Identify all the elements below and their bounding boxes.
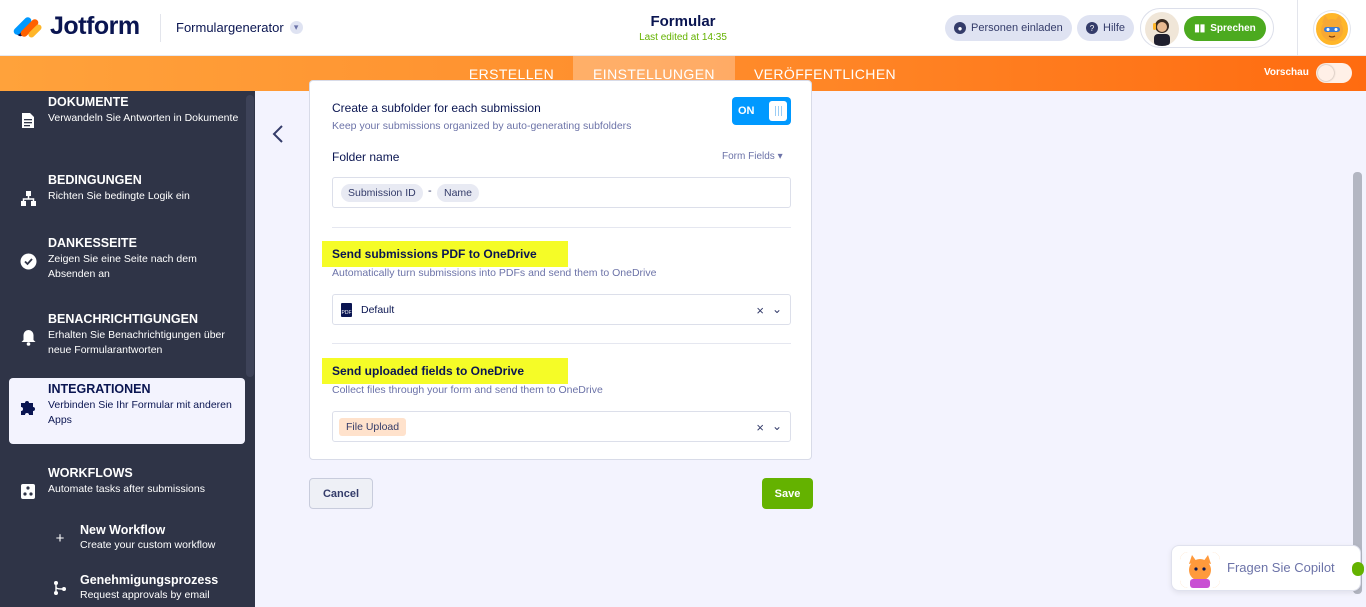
sidebar-item-title: DOKUMENTE bbox=[48, 95, 129, 109]
subfolder-toggle[interactable]: ON bbox=[732, 97, 791, 125]
toggle-knob bbox=[769, 101, 787, 121]
clear-icon[interactable]: × bbox=[756, 303, 764, 318]
chevron-down-icon[interactable]: ⌄ bbox=[772, 302, 782, 316]
folder-name-label: Folder name bbox=[332, 150, 400, 164]
bell-icon bbox=[19, 328, 37, 346]
onedrive-settings-card: Create a subfolder for each submission K… bbox=[309, 80, 812, 460]
folder-chip-separator: - bbox=[428, 185, 432, 197]
upload-fields-select[interactable]: File Upload × ⌄ bbox=[332, 411, 791, 442]
workflow-icon bbox=[19, 482, 37, 500]
sidebar-item-title: INTEGRATIONEN bbox=[48, 382, 151, 396]
preview-toggle[interactable] bbox=[1316, 63, 1352, 83]
cancel-button[interactable]: Cancel bbox=[309, 478, 373, 509]
pdf-file-icon: PDF bbox=[341, 303, 352, 317]
user-avatar[interactable] bbox=[1314, 11, 1350, 47]
copilot-label: Fragen Sie Copilot bbox=[1227, 560, 1335, 575]
pdf-title-highlight: Send submissions PDF to OneDrive bbox=[322, 241, 568, 267]
form-title: Formular bbox=[650, 13, 716, 30]
sidebar-item-approval-process[interactable]: Genehmigungsprozess Request approvals by… bbox=[52, 573, 242, 603]
pdf-template-select[interactable]: PDF Default × ⌄ bbox=[332, 294, 791, 325]
jotform-logo-icon bbox=[12, 13, 43, 41]
pdf-section-description: Automatically turn submissions into PDFs… bbox=[332, 267, 657, 279]
agent-avatar bbox=[1145, 12, 1179, 46]
sidebar-subitem-desc: Request approvals by email bbox=[80, 589, 210, 601]
invite-people-button[interactable]: ● Personen einladen bbox=[945, 15, 1072, 41]
sidebar-subitem-title: New Workflow bbox=[80, 523, 166, 537]
jotform-logo[interactable]: Jotform bbox=[12, 12, 140, 41]
header-divider-right bbox=[1297, 0, 1298, 56]
check-circle-icon bbox=[19, 252, 37, 270]
upload-title-highlight: Send uploaded fields to OneDrive bbox=[322, 358, 568, 384]
sidebar-item-new-workflow[interactable]: + New Workflow Create your custom workfl… bbox=[52, 523, 242, 553]
sidebar-item-title: BENACHRICHTIGUNGEN bbox=[48, 312, 198, 326]
section-divider bbox=[332, 227, 791, 228]
chevron-down-icon[interactable]: ⌄ bbox=[772, 419, 782, 433]
sidebar-item-integrations[interactable]: INTEGRATIONEN Verbinden Sie Ihr Formular… bbox=[9, 378, 245, 444]
sidebar-item-desc: Zeigen Sie eine Seite nach dem Absenden … bbox=[48, 253, 197, 280]
sound-wave-icon: ▮▮ bbox=[1194, 23, 1206, 34]
user-icon: ● bbox=[954, 22, 966, 34]
sidebar-item-title: BEDINGUNGEN bbox=[48, 173, 142, 187]
copilot-cat-icon bbox=[1180, 552, 1220, 588]
invite-people-label: Personen einladen bbox=[971, 22, 1063, 34]
sidebar-item-title: WORKFLOWS bbox=[48, 466, 133, 480]
sidebar-item-notifications[interactable]: BENACHRICHTIGUNGEN Erhalten Sie Benachri… bbox=[9, 308, 245, 374]
pdf-template-value: Default bbox=[361, 304, 395, 316]
copilot-status-dot bbox=[1352, 562, 1364, 576]
sidebar-item-conditions[interactable]: BEDINGUNGEN Richten Sie bedingte Logik e… bbox=[9, 169, 245, 235]
chevron-down-icon: ▾ bbox=[289, 21, 303, 34]
clear-icon[interactable]: × bbox=[756, 420, 764, 435]
folder-chip-name[interactable]: Name bbox=[437, 184, 480, 202]
sidebar-item-thank-you-page[interactable]: DANKESSEITE Zeigen Sie eine Seite nach d… bbox=[9, 232, 245, 298]
file-upload-chip[interactable]: File Upload bbox=[339, 418, 407, 436]
preview-label: Vorschau bbox=[1264, 67, 1309, 78]
document-icon bbox=[19, 111, 37, 129]
main-scrollbar[interactable] bbox=[1353, 172, 1362, 594]
brand-name: Jotform bbox=[50, 12, 140, 40]
form-fields-dropdown[interactable]: Form Fields ▾ bbox=[722, 151, 783, 162]
last-edited-label: Last edited at 14:35 bbox=[639, 32, 727, 43]
help-icon: ? bbox=[1086, 22, 1098, 34]
folder-name-input[interactable]: Submission ID - Name bbox=[332, 177, 791, 208]
sidebar-item-title: DANKESSEITE bbox=[48, 236, 137, 250]
upload-section-title: Send uploaded fields to OneDrive bbox=[332, 364, 525, 378]
section-divider bbox=[332, 343, 791, 344]
plus-icon: + bbox=[55, 529, 65, 547]
puzzle-icon bbox=[19, 398, 37, 416]
chevron-down-icon: ▾ bbox=[777, 151, 783, 162]
toggle-state-label: ON bbox=[738, 105, 755, 117]
folder-chip-submission-id[interactable]: Submission ID bbox=[341, 184, 423, 202]
speak-label: Sprechen bbox=[1210, 23, 1256, 34]
ai-agent-widget[interactable]: ▮▮ Sprechen bbox=[1140, 8, 1274, 48]
back-arrow-icon[interactable] bbox=[272, 124, 284, 150]
sidebar-item-desc: Automate tasks after submissions bbox=[48, 483, 205, 495]
top-bar: Jotform Formulargenerator ▾ Formular Las… bbox=[0, 0, 1366, 56]
pdf-section-title: Send submissions PDF to OneDrive bbox=[332, 247, 537, 261]
copilot-widget[interactable]: Fragen Sie Copilot bbox=[1171, 545, 1364, 591]
header-divider bbox=[160, 14, 161, 42]
settings-sidebar: DOKUMENTE Verwandeln Sie Antworten in Do… bbox=[0, 91, 255, 607]
sidebar-subitem-desc: Create your custom workflow bbox=[80, 539, 216, 551]
sidebar-item-desc: Verbinden Sie Ihr Formular mit anderen A… bbox=[48, 399, 232, 426]
approval-flow-icon bbox=[51, 579, 69, 597]
form-title-block: Formular Last edited at 14:35 bbox=[600, 13, 766, 43]
speak-button[interactable]: ▮▮ Sprechen bbox=[1184, 16, 1266, 41]
sidebar-subitem-title: Genehmigungsprozess bbox=[80, 573, 219, 587]
sidebar-item-desc: Richten Sie bedingte Logik ein bbox=[48, 190, 190, 202]
subfolder-description: Keep your submissions organized by auto-… bbox=[332, 120, 632, 132]
help-button[interactable]: ? Hilfe bbox=[1077, 15, 1135, 41]
hierarchy-icon bbox=[19, 189, 37, 207]
form-generator-label: Formulargenerator bbox=[176, 20, 284, 35]
help-label: Hilfe bbox=[1103, 22, 1126, 34]
subfolder-title: Create a subfolder for each submission bbox=[332, 101, 541, 115]
form-fields-label: Form Fields bbox=[722, 151, 775, 162]
save-button[interactable]: Save bbox=[762, 478, 813, 509]
sidebar-item-documents[interactable]: DOKUMENTE Verwandeln Sie Antworten in Do… bbox=[9, 91, 245, 157]
sidebar-item-desc: Erhalten Sie Benachrichtigungen über neu… bbox=[48, 329, 225, 356]
form-generator-dropdown[interactable]: Formulargenerator ▾ bbox=[176, 20, 303, 35]
sidebar-scrollbar[interactable] bbox=[246, 95, 254, 377]
sidebar-item-workflows[interactable]: WORKFLOWS Automate tasks after submissio… bbox=[9, 462, 245, 528]
sidebar-item-desc: Verwandeln Sie Antworten in Dokumente bbox=[48, 112, 239, 124]
upload-section-description: Collect files through your form and send… bbox=[332, 384, 603, 396]
